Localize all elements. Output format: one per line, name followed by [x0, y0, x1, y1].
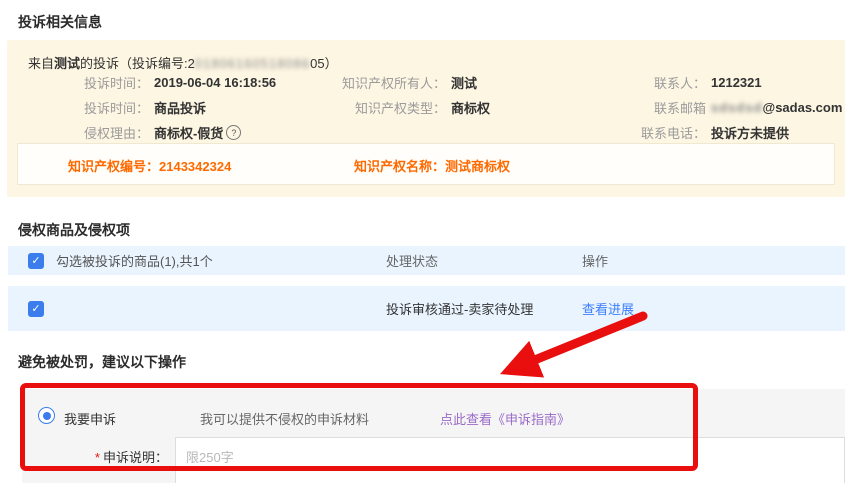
- field-label: 知识产权类型：: [312, 98, 446, 117]
- items-table-header: ✓ 勾选被投诉的商品(1),共1个 处理状态 操作: [8, 246, 845, 275]
- email-redacted: sdsdsd: [711, 100, 763, 115]
- field-label: 联系电话：: [604, 123, 706, 142]
- row-status: 投诉审核通过-卖家待处理: [386, 299, 533, 318]
- appeal-panel: 我要申诉 我可以提供不侵权的申诉材料 点此查看《申诉指南》 *申诉说明：: [22, 389, 845, 483]
- complaint-no-redacted: 01806160518086: [195, 56, 310, 71]
- field-value: 商标权-假货?: [154, 123, 241, 142]
- field-complaint-time: 投诉时间： 2019-06-04 16:18:56: [27, 70, 317, 95]
- section-title-complaint-info: 投诉相关信息: [18, 12, 102, 32]
- appeal-statement-label-text: 申诉说明：: [103, 450, 168, 465]
- field-label: 侵权理由：: [27, 123, 149, 142]
- complaint-no-start: 2: [188, 56, 195, 71]
- field-contact-email: 联系邮箱 sdsdsd@sadas.com: [604, 95, 844, 120]
- field-value: 测试: [451, 73, 477, 92]
- section-title-infringing-items: 侵权商品及侵权项: [18, 220, 130, 240]
- appeal-radio-description: 我可以提供不侵权的申诉材料: [200, 409, 369, 428]
- column-header-status: 处理状态: [386, 251, 438, 270]
- field-contact-phone: 联系电话： 投诉方未提供: [604, 120, 844, 145]
- field-label: 知识产权名称：: [354, 159, 445, 174]
- field-label: 知识产权所有人：: [312, 73, 446, 92]
- source-mid: 的投诉（投诉编号:: [80, 56, 188, 71]
- appeal-statement-textarea[interactable]: [175, 437, 845, 483]
- field-value-text: 商标权-假货: [154, 123, 223, 142]
- field-value: 商标权: [451, 98, 490, 117]
- help-icon[interactable]: ?: [226, 125, 241, 140]
- check-icon: ✓: [31, 254, 40, 267]
- field-ip-owner: 知识产权所有人： 测试: [312, 70, 582, 95]
- field-ip-name: 知识产权名称：测试商标权: [354, 156, 510, 175]
- field-contact-person: 联系人： 1212321: [604, 70, 844, 95]
- appeal-guide-link[interactable]: 点此查看《申诉指南》: [440, 409, 570, 428]
- complaint-notice-box: 来自测试的投诉（投诉编号:20180616051808605） 投诉时间： 20…: [7, 40, 845, 197]
- notice-column-3: 联系人： 1212321 联系邮箱 sdsdsd@sadas.com 联系电话：…: [604, 70, 844, 145]
- notice-column-1: 投诉时间： 2019-06-04 16:18:56 投诉时间： 商品投诉 侵权理…: [27, 70, 317, 145]
- field-value: 测试商标权: [445, 159, 510, 174]
- row-checkbox[interactable]: ✓: [28, 301, 44, 317]
- column-header-action: 操作: [582, 251, 608, 270]
- complaint-detail-page: 投诉相关信息 来自测试的投诉（投诉编号:20180616051808605） 投…: [0, 0, 866, 483]
- source-name: 测试: [54, 56, 80, 71]
- field-complaint-type: 投诉时间： 商品投诉: [27, 95, 317, 120]
- field-value: 2019-06-04 16:18:56: [154, 75, 276, 90]
- select-all-label: 勾选被投诉的商品(1),共1个: [56, 251, 213, 270]
- field-ip-number: 知识产权编号：2143342324: [68, 156, 231, 175]
- field-ip-type: 知识产权类型： 商标权: [312, 95, 582, 120]
- field-value: 1212321: [711, 75, 762, 90]
- field-value: 商品投诉: [154, 98, 206, 117]
- check-icon: ✓: [31, 302, 40, 315]
- field-value: 投诉方未提供: [711, 123, 789, 142]
- field-label: 联系邮箱: [604, 98, 706, 117]
- ip-info-strip: 知识产权编号：2143342324 知识产权名称：测试商标权: [17, 143, 835, 185]
- email-suffix: @sadas.com: [763, 100, 843, 115]
- field-value: sdsdsd@sadas.com: [711, 100, 842, 115]
- field-label: 联系人：: [604, 73, 706, 92]
- section-title-advice: 避免被处罚，建议以下操作: [18, 352, 186, 372]
- field-infringement-reason: 侵权理由： 商标权-假货?: [27, 120, 317, 145]
- required-mark: *: [95, 450, 100, 465]
- complaint-no-end: 05）: [310, 56, 337, 71]
- appeal-statement-label: *申诉说明：: [22, 447, 168, 466]
- field-value: 2143342324: [159, 159, 231, 174]
- appeal-radio-label: 我要申诉: [64, 409, 116, 428]
- select-all-checkbox[interactable]: ✓: [28, 253, 44, 269]
- source-prefix: 来自: [28, 56, 54, 71]
- table-row: ✓ 投诉审核通过-卖家待处理 查看进展: [8, 286, 845, 331]
- view-progress-link[interactable]: 查看进展: [582, 299, 634, 318]
- field-label: 投诉时间：: [27, 73, 149, 92]
- field-label: 投诉时间：: [27, 98, 149, 117]
- field-label: 知识产权编号：: [68, 159, 159, 174]
- appeal-radio[interactable]: [38, 407, 55, 424]
- notice-column-2: 知识产权所有人： 测试 知识产权类型： 商标权: [312, 70, 582, 120]
